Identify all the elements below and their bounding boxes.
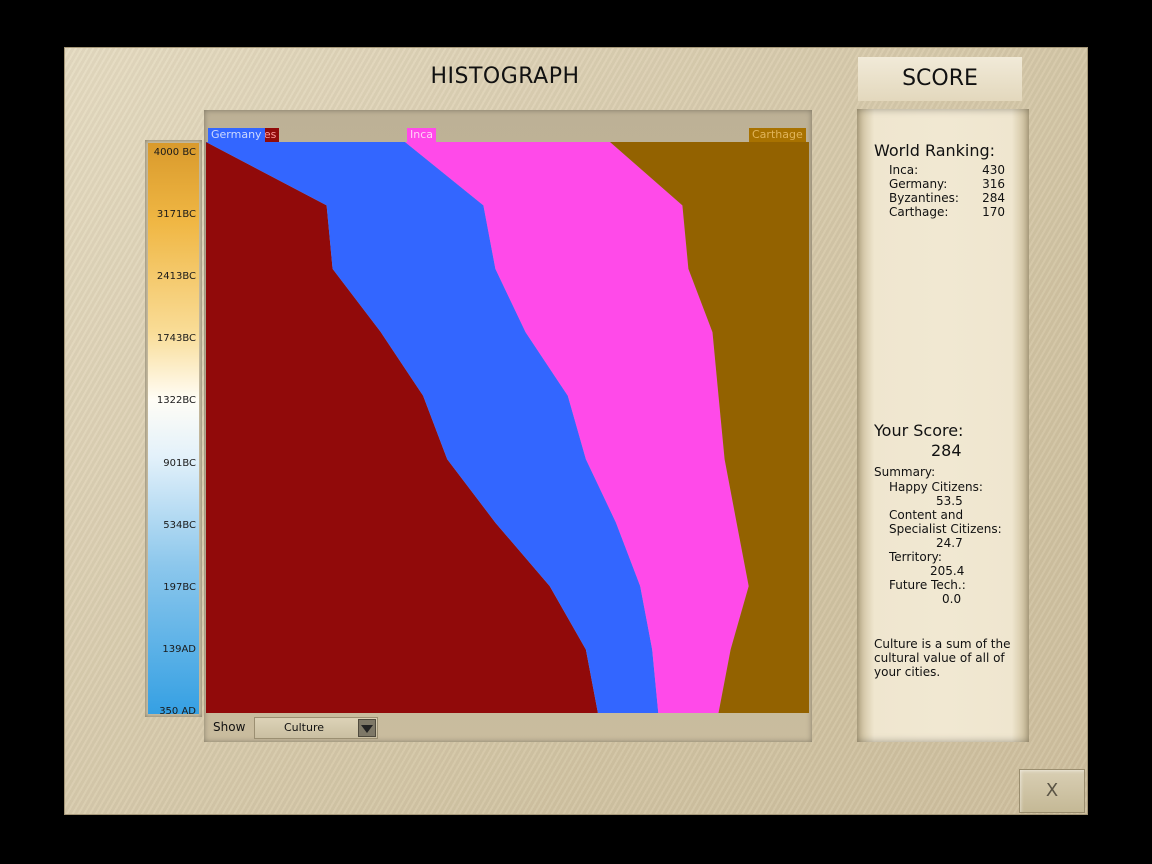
timeline-tick-label: 2413BC [156, 271, 196, 283]
your-score-value: 284 [931, 441, 962, 460]
culture-note-line: cultural value of all of [874, 651, 1005, 665]
content-citizens-label: Content and [889, 508, 964, 522]
score-tab[interactable]: SCORE [858, 57, 1022, 101]
happy-citizens-value: 53.5 [936, 494, 963, 508]
timeline-tick-label: 534BC [163, 519, 196, 531]
timeline-tick-label: 901BC [163, 457, 196, 469]
timeline-tick-label: 4000 BC [153, 147, 196, 158]
show-dropdown[interactable]: Culture [254, 717, 378, 739]
score-tab-label: SCORE [902, 66, 978, 91]
future-tech-value: 0.0 [942, 592, 962, 606]
timeline-tick-label: 350 AD [159, 706, 196, 717]
legend-germany: Germany [208, 128, 265, 142]
future-tech-label: Future Tech.: [889, 578, 966, 592]
ranking-value: 284 [982, 191, 1005, 205]
ranking-row: Inca: 430 [889, 163, 1005, 177]
timeline-tick-label: 139AD [162, 643, 196, 655]
ranking-row: Byzantines: 284 [889, 191, 1005, 205]
legend-carthage: Carthage [749, 128, 806, 142]
ranking-value: 316 [982, 177, 1005, 191]
close-button[interactable]: X [1019, 769, 1085, 813]
specialist-citizens-label: Specialist Citizens: [889, 522, 1002, 536]
timeline-ticks: 4000 BC 3171BC 2413BC 1743BC 1322BC 901BC 534B… [148, 143, 196, 717]
territory-label: Territory: [889, 550, 942, 564]
ranking-row: Carthage: 170 [889, 205, 1005, 219]
summary-label: Summary: [874, 465, 936, 479]
histograph-chart [206, 142, 809, 713]
ranking-row: Germany: 316 [889, 177, 1005, 191]
page-title: HISTOGRAPH [430, 64, 580, 89]
legend-inca: Inca [406, 128, 436, 142]
your-score-heading: Your Score: [874, 421, 964, 440]
territory-value: 205.4 [930, 564, 965, 578]
ranking-name: Byzantines: [889, 191, 959, 205]
ranking-name: Carthage: [889, 205, 949, 219]
show-dropdown-value: Culture [283, 721, 325, 734]
content-citizens-value: 24.7 [936, 536, 963, 550]
close-icon: X [1045, 780, 1059, 801]
world-ranking-heading: World Ranking: [874, 141, 996, 160]
ranking-name: Germany: [889, 177, 948, 191]
show-label: Show [213, 720, 246, 734]
timeline-tick-label: 1322BC [156, 395, 196, 407]
culture-note-line: Culture is a sum of the [874, 637, 1011, 651]
culture-note-line: your cities. [874, 665, 941, 679]
chevron-down-icon[interactable] [358, 719, 376, 737]
timeline-tick-label: 1743BC [156, 333, 196, 345]
happy-citizens-label: Happy Citizens: [889, 480, 983, 494]
ranking-name: Inca: [889, 163, 919, 177]
timeline-tick-label: 197BC [163, 581, 196, 593]
ranking-value: 170 [982, 205, 1005, 219]
ranking-value: 430 [982, 163, 1005, 177]
timeline-tick-label: 3171BC [156, 209, 196, 221]
